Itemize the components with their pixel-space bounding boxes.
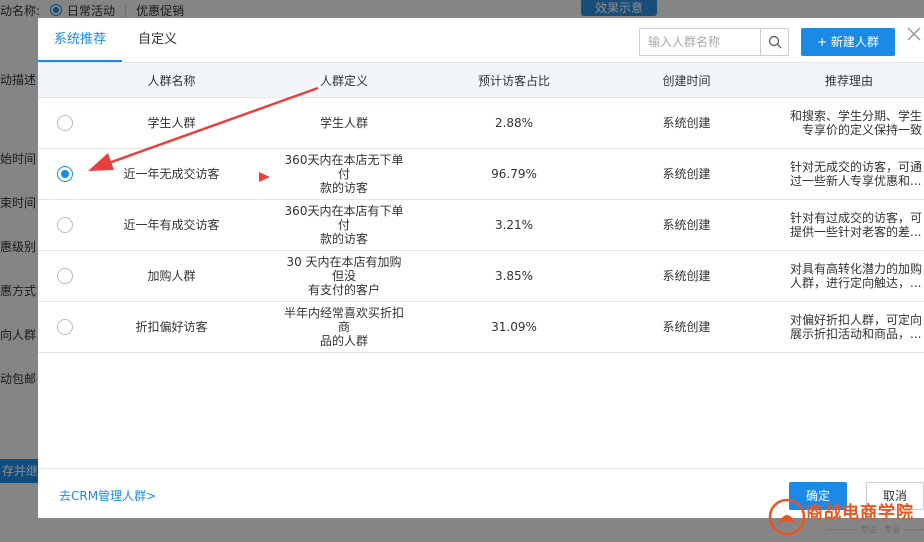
watermark-subtext: ———— 专注 · 专业 ———— xyxy=(826,525,924,534)
reason: 针对无成交的访客，可通 过一些新人专享优惠和... xyxy=(774,149,924,199)
created-time: 系统创建 xyxy=(662,320,711,334)
watermark-logo: 商战电商学院 ———— 专注 · 专业 ———— xyxy=(766,494,924,540)
reason-line: 对偏好折扣人群，可定向 xyxy=(790,313,923,327)
visitor-ratio: 2.88% xyxy=(494,116,534,130)
reason-line: 针对无成交的访客，可通 xyxy=(790,160,923,174)
modal-tabs: 系统推荐 自定义 xyxy=(38,18,193,62)
table-row[interactable]: 加购人群 30 天内在本店有加购但没 有支付的客户 3.85% 系统创建 对具有高… xyxy=(38,251,924,302)
watermark-text: 商战电商学院 xyxy=(806,503,914,523)
reason: 针对有过成交的访客，可 提供一些针对老客的差... xyxy=(774,200,924,250)
reason: 和搜索、学生分期、学生 专享价的定义保持一致 xyxy=(774,98,924,148)
reason: 对偏好折扣人群，可定向 展示折扣活动和商品，... xyxy=(774,302,924,352)
crowd-search xyxy=(639,28,789,56)
row-radio-selected[interactable] xyxy=(57,166,73,182)
crowd-definition: 30 天内在本店有加购但没 有支付的客户 xyxy=(259,251,429,301)
crowd-definition: 360天内在本店有下单付 款的访客 xyxy=(259,200,429,250)
crowd-name: 折扣偏好访客 xyxy=(135,320,208,334)
select-cell xyxy=(38,251,84,301)
row-radio[interactable] xyxy=(57,268,73,284)
header-crowd-definition: 人群定义 xyxy=(319,73,368,88)
crm-manage-link[interactable]: 去CRM管理人群> xyxy=(59,487,156,504)
table-row[interactable]: 折扣偏好访客 半年内经常喜欢买折扣商 品的人群 31.09% 系统创建 对偏好折扣… xyxy=(38,302,924,353)
reason-line: 人群，进行定向触达，... xyxy=(790,276,922,290)
crowd-definition: 360天内在本店无下单付 款的访客 xyxy=(259,149,429,199)
select-cell xyxy=(38,200,84,250)
crowd-name: 近一年无成交访客 xyxy=(123,167,220,181)
crowd-name: 加购人群 xyxy=(147,269,196,283)
definition-line: 30 天内在本店有加购但没 xyxy=(286,255,402,283)
header-reason: 推荐理由 xyxy=(824,73,873,88)
close-icon[interactable] xyxy=(904,24,924,44)
visitor-ratio: 96.79% xyxy=(491,167,537,181)
visitor-ratio: 31.09% xyxy=(491,320,537,334)
visitor-ratio: 3.21% xyxy=(494,218,534,232)
definition-line: 款的访客 xyxy=(319,181,368,195)
table-row[interactable]: 近一年有成交访客 360天内在本店有下单付 款的访客 3.21% 系统创建 针对有… xyxy=(38,200,924,251)
row-radio[interactable] xyxy=(57,319,73,335)
crowd-definition: 学生人群 xyxy=(259,98,429,148)
crowd-definition: 半年内经常喜欢买折扣商 品的人群 xyxy=(259,302,429,352)
tab-custom[interactable]: 自定义 xyxy=(122,18,193,62)
header-visitor-ratio: 预计访客占比 xyxy=(477,73,550,88)
reason: 对具有高转化潜力的加购 人群，进行定向触达，... xyxy=(774,251,924,301)
new-crowd-button[interactable]: + 新建人群 xyxy=(801,28,895,56)
select-cell xyxy=(38,98,84,148)
tab-system-recommend[interactable]: 系统推荐 xyxy=(38,18,123,62)
definition-line: 款的访客 xyxy=(319,232,368,246)
select-cell xyxy=(38,149,84,199)
definition-line: 半年内经常喜欢买折扣商 xyxy=(284,306,405,334)
created-time: 系统创建 xyxy=(662,116,711,130)
definition-line: 有支付的客户 xyxy=(307,283,380,297)
crowd-table: 人群名称 人群定义 预计访客占比 创建时间 推荐理由 学生人群 学生人群 2.8… xyxy=(38,62,924,353)
search-icon xyxy=(768,35,781,49)
select-cell xyxy=(38,302,84,352)
crowd-search-input[interactable] xyxy=(640,29,760,55)
reason-line: 提供一些针对老客的差... xyxy=(790,225,922,239)
reason-line: 和搜索、学生分期、学生 xyxy=(790,109,923,123)
header-crowd-name: 人群名称 xyxy=(147,73,196,88)
definition-line: 品的人群 xyxy=(319,334,368,348)
created-time: 系统创建 xyxy=(662,269,711,283)
search-button[interactable] xyxy=(760,29,788,55)
definition-line: 学生人群 xyxy=(319,116,368,130)
reason-line: 专享价的定义保持一致 xyxy=(802,123,923,137)
row-radio[interactable] xyxy=(57,217,73,233)
reason-line: 展示折扣活动和商品，... xyxy=(790,327,922,341)
created-time: 系统创建 xyxy=(662,218,711,232)
reason-line: 针对有过成交的访客，可 xyxy=(790,211,923,225)
definition-line: 360天内在本店有下单付 xyxy=(284,204,404,232)
fire-logo-icon xyxy=(768,498,806,536)
header-created-time: 创建时间 xyxy=(662,73,711,88)
table-header: 人群名称 人群定义 预计访客占比 创建时间 推荐理由 xyxy=(38,62,924,98)
crowd-name: 近一年有成交访客 xyxy=(123,218,220,232)
created-time: 系统创建 xyxy=(662,167,711,181)
definition-line: 360天内在本店无下单付 xyxy=(284,153,404,181)
crowd-name: 学生人群 xyxy=(147,116,196,130)
table-row[interactable]: 近一年无成交访客 360天内在本店无下单付 款的访客 96.79% 系统创建 针对… xyxy=(38,149,924,200)
row-radio[interactable] xyxy=(57,115,73,131)
crowd-select-modal: 系统推荐 自定义 + 新建人群 人群名称 人群定义 预计访客占比 创建时间 推荐… xyxy=(38,18,924,518)
table-row[interactable]: 学生人群 学生人群 2.88% 系统创建 和搜索、学生分期、学生 专享价的定义保持… xyxy=(38,98,924,149)
header-select xyxy=(38,63,84,97)
reason-line: 对具有高转化潜力的加购 xyxy=(790,262,923,276)
reason-line: 过一些新人专享优惠和... xyxy=(790,174,922,188)
visitor-ratio: 3.85% xyxy=(494,269,534,283)
